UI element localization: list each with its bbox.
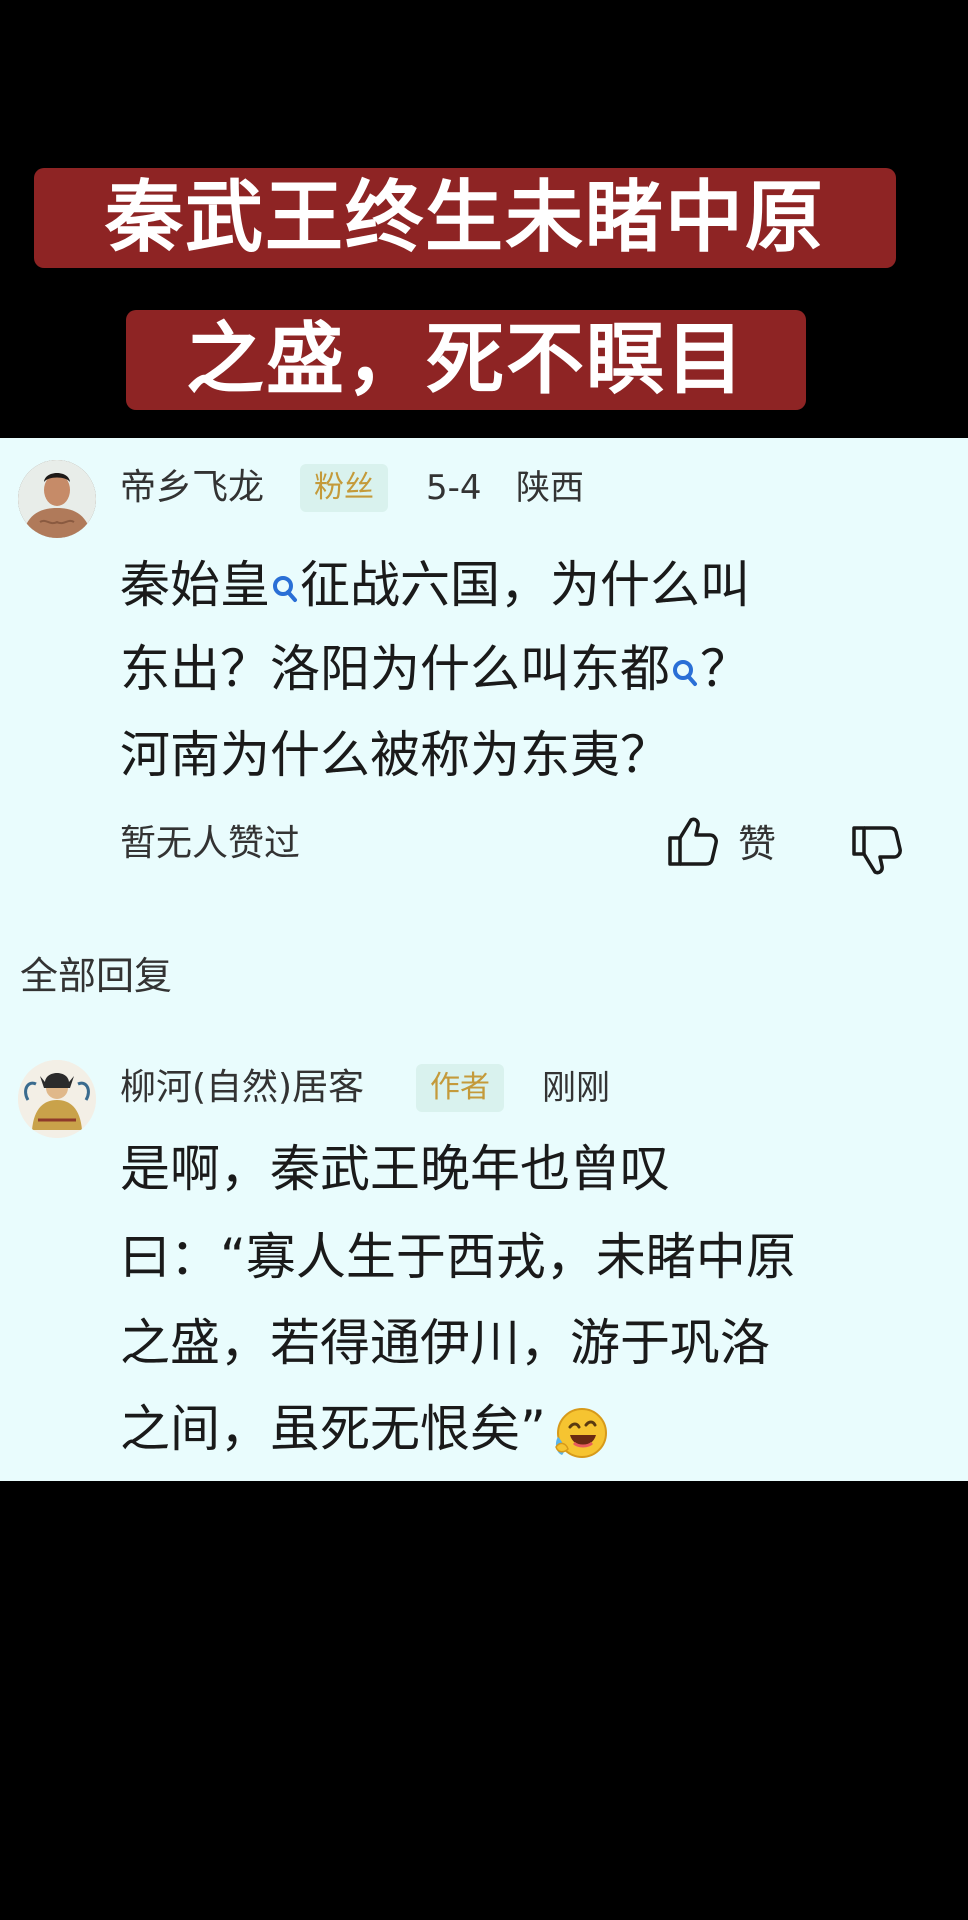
search-keyword-dongdu[interactable]: 东出？洛阳为什么叫东都 bbox=[120, 640, 670, 698]
likes-status: 暂无人赞过 bbox=[120, 823, 301, 864]
search-icon[interactable] bbox=[270, 556, 300, 602]
comment-body-text: 征战六国，为什么叫 bbox=[300, 556, 750, 614]
comment-body-text: ？ bbox=[700, 640, 750, 698]
comment-body-line-1: 秦始皇 征战六国，为什么叫 bbox=[120, 550, 750, 620]
reply-body-text: 之间，虽死无恨矣” bbox=[120, 1400, 546, 1458]
search-keyword-qinshihuang[interactable]: 秦始皇 bbox=[120, 556, 270, 614]
laughing-crying-emoji-icon bbox=[550, 1403, 610, 1463]
title-line-1: 秦武王终生未睹中原 bbox=[34, 168, 896, 268]
reply-body-line-2: 曰：“寡人生于西戎，未睹中原 bbox=[120, 1228, 796, 1286]
all-replies-header: 全部回复 bbox=[20, 954, 173, 998]
reply-body-line-4: 之间，虽死无恨矣” bbox=[120, 1394, 610, 1464]
comment-panel: 帝乡飞龙 粉丝 5-4 陕西 秦始皇 征战六国，为什么叫 东出？洛阳为什么叫东都 ？… bbox=[0, 438, 968, 1481]
search-icon[interactable] bbox=[670, 640, 700, 686]
reply-time: 刚刚 bbox=[542, 1068, 610, 1108]
like-button-label[interactable]: 赞 bbox=[738, 820, 776, 868]
author-avatar[interactable] bbox=[18, 1060, 96, 1138]
fan-badge: 粉丝 bbox=[300, 464, 388, 512]
video-frame: 秦武王终生未睹中原 之盛，死不瞑目 帝乡飞龙 粉丝 5-4 陕西 秦始皇 征战六国… bbox=[0, 0, 968, 1920]
thumbs-up-icon[interactable] bbox=[664, 814, 720, 870]
title-line-2: 之盛，死不瞑目 bbox=[126, 310, 806, 410]
commenter-name[interactable]: 帝乡飞龙 bbox=[120, 464, 264, 512]
reply-body-line-1: 是啊，秦武王晚年也曾叹 bbox=[120, 1140, 670, 1198]
comment-date: 5-4 bbox=[426, 468, 482, 508]
comment-location: 陕西 bbox=[516, 468, 584, 508]
reply-body-line-3: 之盛，若得通伊川，游于巩洛 bbox=[120, 1314, 770, 1372]
author-name[interactable]: 柳河(自然)居客 bbox=[120, 1064, 364, 1112]
comment-body-line-3: 河南为什么被称为东夷？ bbox=[120, 726, 670, 784]
user-avatar-image bbox=[18, 460, 96, 538]
commenter-avatar[interactable] bbox=[18, 460, 96, 538]
author-avatar-image bbox=[18, 1060, 96, 1138]
comment-body-line-2: 东出？洛阳为什么叫东都 ？ bbox=[120, 634, 750, 704]
author-badge: 作者 bbox=[416, 1064, 504, 1112]
thumbs-down-icon[interactable] bbox=[848, 822, 904, 878]
